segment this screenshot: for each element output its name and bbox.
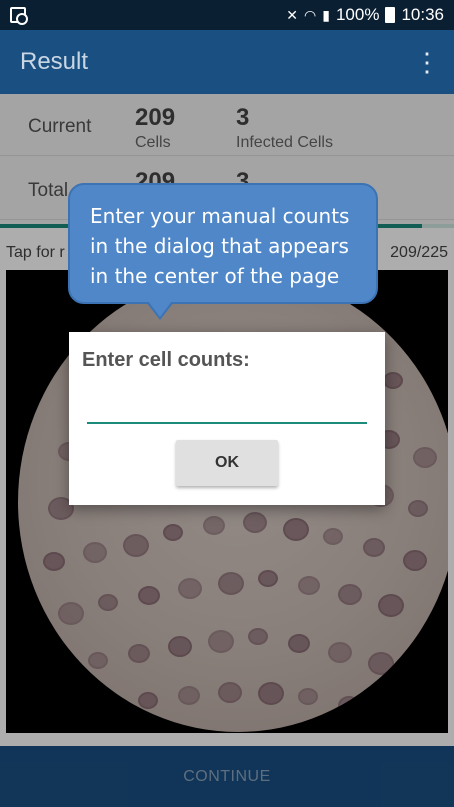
notification-icon bbox=[10, 7, 28, 25]
cell-count-dialog: Enter cell counts: OK bbox=[69, 332, 385, 505]
callout-tail-inner bbox=[148, 301, 172, 317]
status-bar: ✕ ◠ ▮ 100% 10:36 bbox=[0, 0, 454, 30]
dialog-title: Enter cell counts: bbox=[82, 349, 250, 371]
clock: 10:36 bbox=[401, 5, 444, 24]
more-vert-icon[interactable]: ⋮ bbox=[414, 49, 440, 75]
mute-icon: ✕ bbox=[286, 6, 299, 23]
ok-button[interactable]: OK bbox=[176, 440, 278, 486]
callout-text: Enter your manual counts in the dialog t… bbox=[90, 204, 350, 288]
bottom-scrim bbox=[0, 746, 454, 807]
battery-icon bbox=[385, 7, 396, 23]
page-title: Result bbox=[20, 48, 89, 75]
cell-count-input[interactable] bbox=[87, 390, 367, 424]
status-icons: ✕ ◠ ▮ 100% 10:36 bbox=[286, 5, 444, 25]
battery-percent: 100% bbox=[335, 5, 380, 24]
wifi-icon: ◠ bbox=[304, 6, 317, 23]
tutorial-callout: Enter your manual counts in the dialog t… bbox=[68, 183, 378, 304]
signal-icon: ▮ bbox=[322, 6, 330, 23]
app-bar: Result ⋮ bbox=[0, 30, 454, 94]
